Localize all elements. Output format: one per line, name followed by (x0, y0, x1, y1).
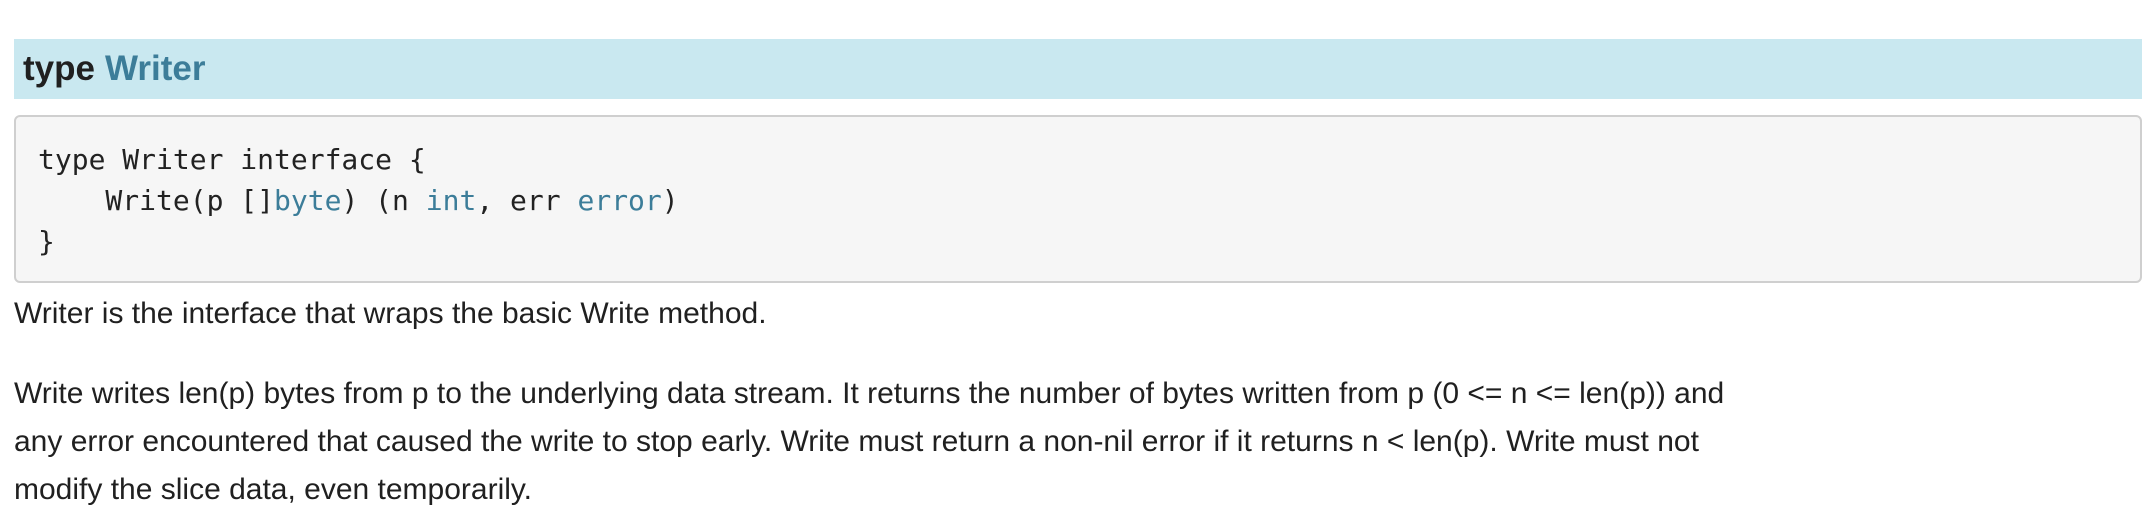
code-block: type Writer interface { Write(p []byte) … (14, 115, 2142, 283)
doc-page: type Writer type Writer interface { Writ… (0, 0, 2152, 516)
description-paragraph-2: Write writes len(p) bytes from p to the … (14, 370, 2114, 514)
code-text: ) (n (341, 184, 426, 217)
paragraph-line: modify the slice data, even temporarily. (14, 473, 533, 506)
code-text: Write(p [] (38, 184, 275, 217)
type-declaration-header: type Writer (14, 39, 2142, 100)
code-line-1: type Writer interface { (38, 143, 426, 176)
paragraph-line: any error encountered that caused the wr… (14, 425, 1699, 458)
type-keyword: type (23, 49, 95, 89)
byte-type-link[interactable]: byte (274, 184, 341, 217)
code-line-3: } (38, 225, 55, 258)
code-line-2: Write(p []byte) (n int, err error) (38, 180, 2140, 221)
int-type-link[interactable]: int (426, 184, 477, 217)
code-text: , err (476, 184, 578, 217)
code-text: ) (661, 184, 679, 217)
type-name-link[interactable]: Writer (105, 39, 206, 99)
paragraph-line: Write writes len(p) bytes from p to the … (14, 377, 1725, 410)
error-type-link[interactable]: error (577, 184, 661, 217)
description-paragraph-1: Writer is the interface that wraps the b… (14, 297, 767, 330)
